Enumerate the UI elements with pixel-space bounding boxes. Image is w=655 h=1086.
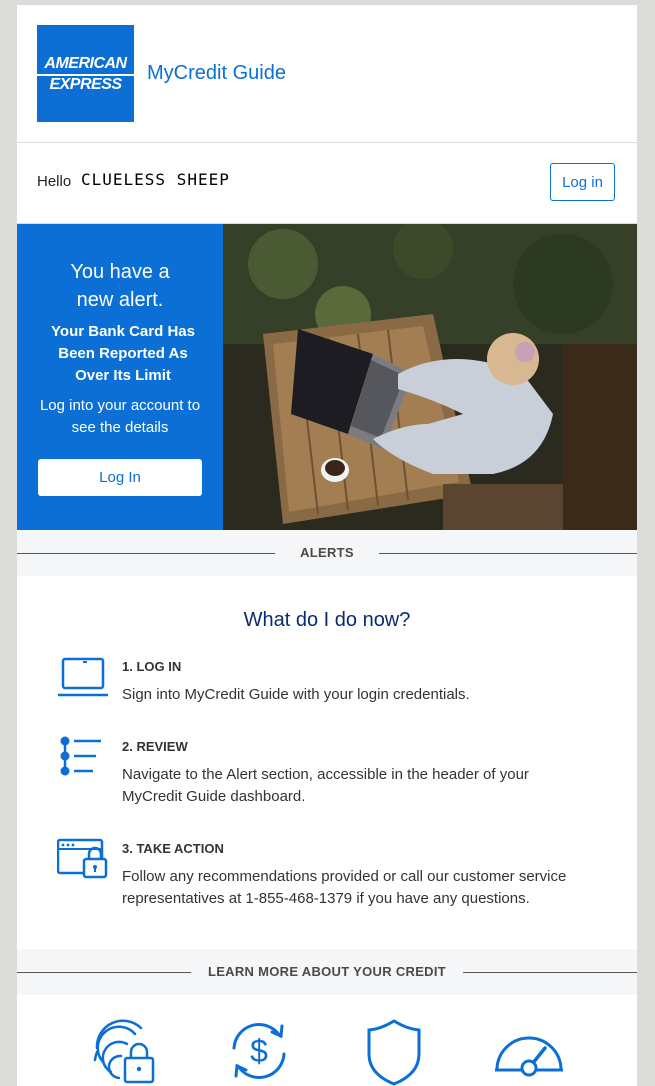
greeting-bar: Hello CLUELESS SHEEP Log in — [17, 143, 637, 224]
alert-title-line1: You have a — [70, 261, 170, 283]
list-icon — [60, 736, 101, 776]
learn-label: LEARN MORE ABOUT YOUR CREDIT — [207, 964, 447, 979]
step-3-text: Follow any recommendations provided or c… — [122, 868, 567, 907]
logo-line1: AMERICAN — [44, 55, 127, 72]
alert-panel: You have a new alert. Your Bank Card Has… — [17, 224, 223, 530]
browser-lock-icon — [57, 838, 108, 879]
step-3-heading: 3. TAKE ACTION — [122, 841, 224, 856]
steps-title: What do I do now? — [243, 609, 411, 631]
learn-divider: LEARN MORE ABOUT YOUR CREDIT — [17, 949, 637, 995]
alerts-divider: ALERTS — [17, 530, 637, 576]
hero-banner: You have a new alert. Your Bank Card Has… — [17, 224, 637, 530]
header: AMERICAN EXPRESS MyCredit Guide — [17, 5, 637, 143]
step-2-text: Navigate to the Alert section, accessibl… — [122, 766, 529, 805]
step-2-heading: 2. REVIEW — [122, 739, 188, 754]
login-button[interactable]: Log in — [550, 163, 615, 201]
alert-title: You have a new alert. — [17, 258, 223, 314]
brand-title: MyCredit Guide — [147, 62, 286, 84]
step-1-heading: 1. LOG IN — [122, 659, 182, 674]
hello-label: Hello — [37, 173, 72, 190]
customer-name: CLUELESS SHEEP — [81, 170, 230, 189]
shield-icon[interactable] — [365, 1018, 423, 1086]
gauge-icon[interactable] — [493, 1018, 565, 1080]
alert-description: Log into your account to see the details — [39, 397, 201, 436]
laptop-icon — [58, 657, 108, 697]
alert-title-line2: new alert. — [76, 289, 164, 311]
hero-login-button[interactable]: Log In — [38, 459, 202, 496]
step-1-text: Sign into MyCredit Guide with your login… — [122, 686, 470, 703]
dollar-refresh-icon[interactable]: $ — [226, 1018, 292, 1084]
alert-message: Your Bank Card Has Been Reported As Over… — [51, 323, 195, 384]
hero-photo — [223, 224, 637, 530]
svg-text:$: $ — [250, 1033, 268, 1069]
logo-line2: EXPRESS — [49, 76, 122, 93]
email-page: AMERICAN EXPRESS MyCredit Guide Hello CL… — [17, 5, 637, 1086]
alerts-label: ALERTS — [300, 545, 354, 560]
amex-logo[interactable]: AMERICAN EXPRESS — [37, 25, 134, 122]
fingerprint-lock-icon[interactable] — [91, 1018, 157, 1084]
